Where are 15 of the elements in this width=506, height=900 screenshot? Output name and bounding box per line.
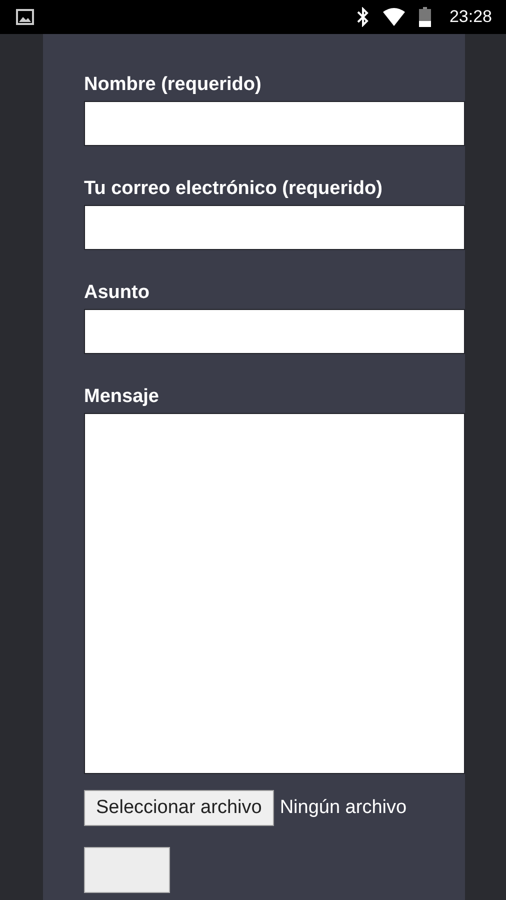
wifi-icon: [383, 8, 406, 26]
bluetooth-icon: [357, 7, 370, 27]
message-field[interactable]: [84, 413, 465, 774]
field-label: Asunto: [84, 282, 150, 304]
battery-icon: [419, 7, 432, 27]
file-status: Ningún archivo: [280, 797, 407, 819]
input-field[interactable]: [84, 101, 465, 146]
choose-file-button[interactable]: Seleccionar archivo: [84, 790, 274, 826]
input-field[interactable]: [84, 205, 465, 250]
input-field[interactable]: [84, 309, 465, 354]
clock-time: 23:28: [449, 7, 492, 27]
field-label: Nombre (requerido): [84, 74, 262, 96]
field-label: Mensaje: [84, 386, 160, 408]
field-label: Tu correo electrónico (requerido): [84, 178, 384, 200]
image-icon: [16, 9, 34, 25]
